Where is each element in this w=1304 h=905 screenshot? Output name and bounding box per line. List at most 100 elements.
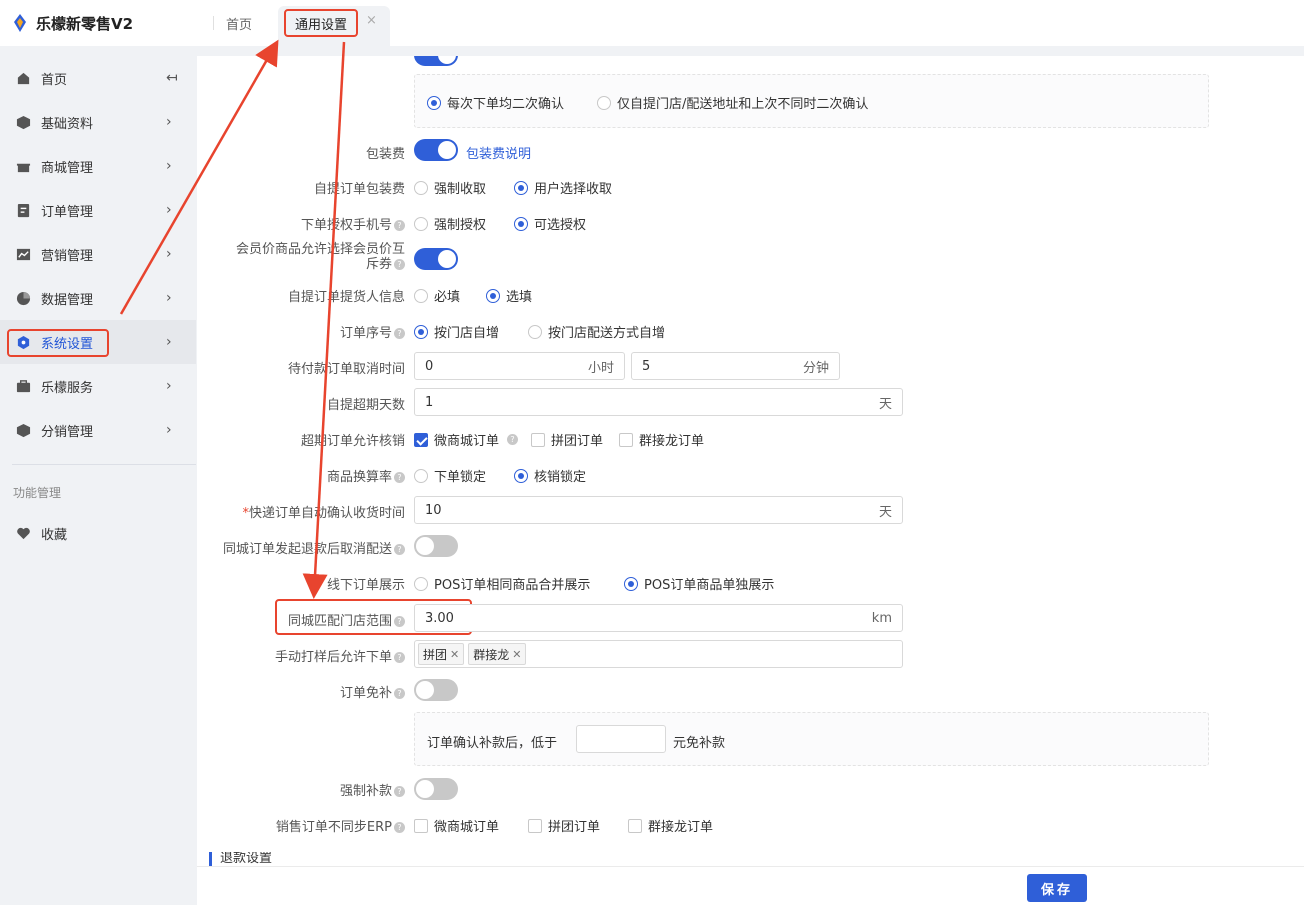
manual-print-tag-select[interactable]: 拼团 ✕ 群接龙 ✕ (414, 640, 903, 668)
offline-display-radio-separate[interactable]: POS订单商品单独展示 (624, 574, 774, 593)
unpaid-cancel-minutes-input[interactable]: 5 分钟 (631, 352, 840, 380)
help-icon: ? (394, 472, 405, 483)
sidebar-item-lemeng-service[interactable]: 乐檬服务 › (0, 364, 196, 408)
order-seq-label: 订单序号? (340, 322, 405, 341)
conversion-rate-label: 商品换算率? (327, 466, 405, 485)
sidebar-item-data[interactable]: 数据管理 › (0, 276, 196, 320)
chevron-right-icon: › (166, 378, 172, 394)
pickup-info-label: 自提订单提货人信息 (287, 290, 405, 305)
offline-display-radio-merge[interactable]: POS订单相同商品合并展示 (414, 574, 590, 593)
help-icon: ? (394, 786, 405, 797)
express-confirm-input[interactable]: 10 天 (414, 496, 903, 524)
help-icon: ? (394, 688, 405, 699)
sidebar-item-label: 基础资料 (41, 116, 94, 132)
tag-jielong: 群接龙 ✕ (468, 643, 527, 665)
order-seq-radio-delivery[interactable]: 按门店配送方式自增 (528, 322, 665, 341)
collapse-icon[interactable]: ↤ (166, 70, 178, 86)
refund-cancel-delivery-switch[interactable] (414, 535, 458, 557)
packing-fee-help-link[interactable]: 包装费说明 (466, 143, 531, 162)
radio-label: 每次下单均二次确认 (447, 97, 565, 112)
sidebar-item-label: 数据管理 (41, 292, 94, 308)
save-button[interactable]: 保存 (1027, 874, 1087, 902)
help-icon: ? (394, 328, 405, 339)
order-seq-radio-store[interactable]: 按门店自增 (414, 322, 499, 341)
sidebar-item-label: 商城管理 (41, 160, 94, 176)
order-exempt-amount-input[interactable] (576, 725, 666, 753)
order-exempt-switch[interactable] (414, 679, 458, 701)
top-bar: 乐檬新零售V2 首页 通用设置 × (0, 0, 1304, 46)
sidebar-item-label: 分销管理 (41, 424, 94, 440)
sidebar: 首页 ↤ 基础资料 › 商城管理 › 订单管理 › 营销管理 › 数据管理 › … (0, 46, 196, 905)
sidebar-item-marketing[interactable]: 营销管理 › (0, 232, 196, 276)
help-icon: ? (394, 259, 405, 270)
sidebar-item-distribution[interactable]: 分销管理 › (0, 408, 196, 452)
tab-home[interactable]: 首页 (226, 14, 252, 33)
tab-general-settings[interactable]: 通用设置 (284, 9, 358, 37)
confirm-mode-radio-different[interactable]: 仅自提门店/配送地址和上次不同时二次确认 (597, 93, 868, 112)
pickup-packing-fee-radio-force[interactable]: 强制收取 (414, 178, 486, 197)
sidebar-item-basic-data[interactable]: 基础资料 › (0, 100, 196, 144)
radio-dot (597, 95, 611, 110)
force-payment-switch[interactable] (414, 778, 458, 800)
sidebar-item-orders[interactable]: 订单管理 › (0, 188, 196, 232)
settings-content: 每次下单均二次确认 仅自提门店/配送地址和上次不同时二次确认 包装费 包装费说明… (197, 56, 1304, 905)
member-price-switch[interactable] (414, 248, 458, 270)
erp-sync-check-mall[interactable]: 微商城订单 (414, 816, 499, 835)
chevron-right-icon: › (166, 246, 172, 262)
chevron-right-icon: › (166, 422, 172, 438)
sidebar-section-title: 功能管理 (13, 486, 62, 500)
sidebar-item-favorites[interactable]: 收藏 (0, 511, 196, 555)
phone-auth-radio-force[interactable]: 强制授权 (414, 214, 486, 233)
phone-auth-radio-optional[interactable]: 可选授权 (514, 214, 586, 233)
confirm-order-switch[interactable] (414, 56, 458, 66)
store-range-input[interactable]: 3.00 km (414, 604, 903, 632)
order-exempt-text-after: 元免补款 (673, 736, 726, 751)
erp-sync-label: 销售订单不同步ERP? (276, 816, 405, 835)
sidebar-item-label: 订单管理 (41, 204, 94, 220)
chart-line-icon (16, 248, 31, 260)
brand: 乐檬新零售V2 (10, 0, 133, 46)
cube-icon (16, 423, 31, 437)
help-icon: ? (394, 220, 405, 231)
help-icon: ? (394, 822, 405, 833)
tab-close-icon[interactable]: × (366, 13, 377, 28)
sidebar-item-label: 乐檬服务 (41, 380, 94, 396)
refund-section-title: 退款设置 (209, 852, 272, 866)
erp-sync-check-jielong[interactable]: 群接龙订单 (628, 816, 713, 835)
pie-chart-icon (16, 291, 31, 305)
offline-display-label: 线下订单展示 (326, 578, 405, 593)
radio-label: 仅自提门店/配送地址和上次不同时二次确认 (617, 97, 869, 112)
pickup-info-radio-required[interactable]: 必填 (414, 286, 460, 305)
order-exempt-text-before: 订单确认补款后，低于 (427, 736, 558, 751)
conversion-rate-radio-order[interactable]: 下单锁定 (414, 466, 486, 485)
packing-fee-switch[interactable] (414, 139, 458, 161)
overdue-writeoff-check-group[interactable]: 拼团订单 (531, 430, 603, 449)
sidebar-item-mall[interactable]: 商城管理 › (0, 144, 196, 188)
sidebar-item-home[interactable]: 首页 ↤ (0, 56, 196, 100)
briefcase-icon (16, 379, 31, 392)
overdue-writeoff-check-jielong[interactable]: 群接龙订单 (619, 430, 704, 449)
erp-sync-check-group[interactable]: 拼团订单 (528, 816, 600, 835)
confirm-mode-radio-every[interactable]: 每次下单均二次确认 (427, 93, 564, 112)
pickup-overdue-input[interactable]: 1天 (414, 388, 903, 416)
tag-remove-icon[interactable]: ✕ (512, 648, 521, 661)
tab-divider (213, 16, 214, 30)
pickup-packing-fee-radio-user[interactable]: 用户选择收取 (514, 178, 612, 197)
home-icon (17, 72, 30, 84)
pickup-info-radio-optional[interactable]: 选填 (486, 286, 532, 305)
store-icon (16, 163, 31, 172)
overdue-writeoff-check-mall[interactable]: 微商城订单? (414, 430, 519, 449)
chevron-right-icon: › (166, 202, 172, 218)
footer-bar: 保存 (197, 866, 1304, 905)
tag-remove-icon[interactable]: ✕ (450, 648, 459, 661)
order-exempt-label: 订单免补? (340, 682, 405, 701)
pickup-packing-fee-label: 自提订单包装费 (313, 182, 405, 197)
express-confirm-label: *快递订单自动确认收货时间 (242, 506, 405, 521)
chevron-right-icon: › (166, 158, 172, 174)
unpaid-cancel-hours-input[interactable]: 0 小时 (414, 352, 625, 380)
confirm-mode-panel: 每次下单均二次确认 仅自提门店/配送地址和上次不同时二次确认 (414, 74, 1209, 128)
conversion-rate-radio-writeoff[interactable]: 核销锁定 (514, 466, 586, 485)
overdue-writeoff-label: 超期订单允许核销 (300, 434, 405, 449)
refund-cancel-delivery-label: 同城订单发起退款后取消配送? (223, 538, 405, 557)
sidebar-item-label: 收藏 (41, 527, 68, 543)
